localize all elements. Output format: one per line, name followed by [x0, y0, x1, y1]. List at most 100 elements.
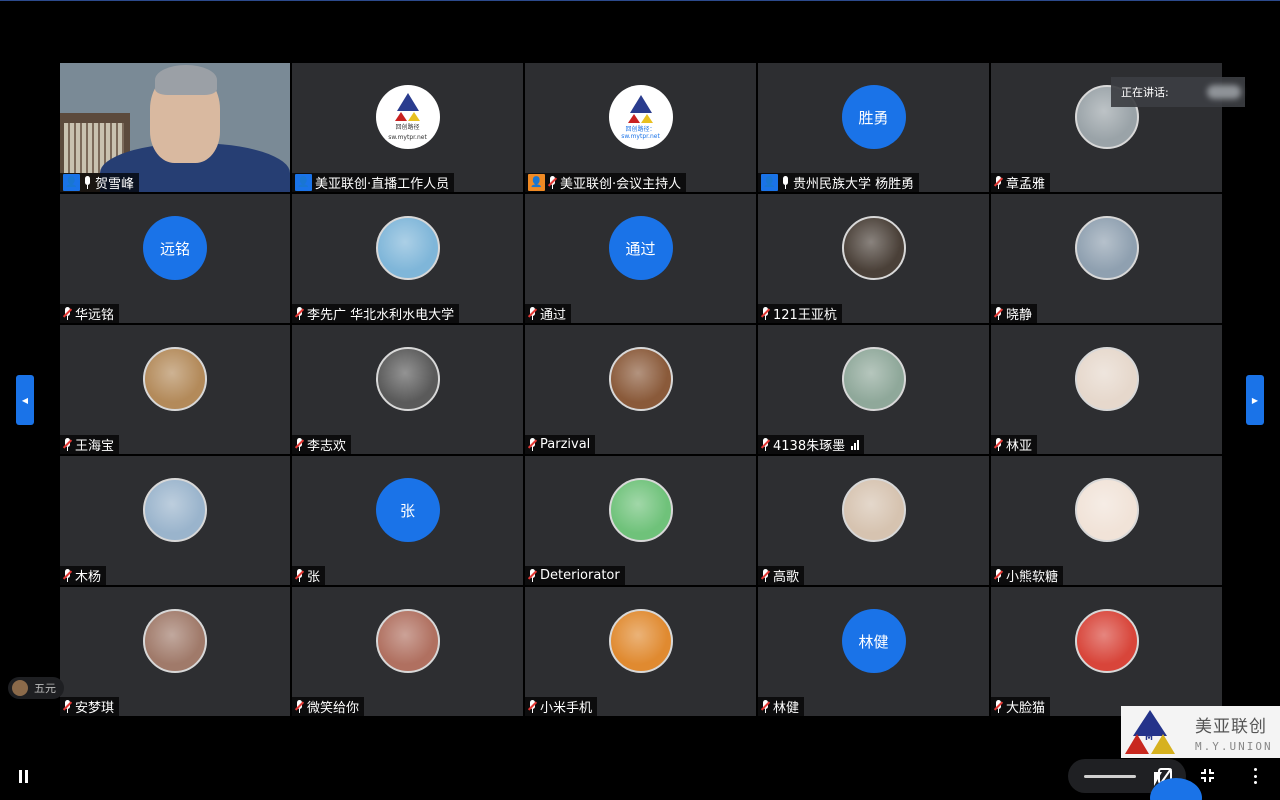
participant-tile[interactable]: 晓静: [991, 194, 1222, 323]
participant-tile[interactable]: 张张: [292, 456, 523, 585]
mic-icon: [781, 176, 790, 189]
participant-tile[interactable]: 回创路径：sw.mytpr.net 👤 美亚联创·会议主持人: [525, 63, 756, 192]
participant-tile[interactable]: 大脸猫: [991, 587, 1222, 716]
avatar-photo: [1074, 478, 1139, 542]
participant-tile[interactable]: 远铭 华远铭: [60, 194, 290, 323]
participant-name: Deteriorator: [540, 568, 620, 583]
mic-muted-icon: [760, 700, 771, 713]
participant-name: 4138朱琢墨: [773, 439, 846, 454]
mic-muted-icon: [760, 307, 771, 320]
participant-tile[interactable]: 回创路径 sw.mytpr.net 👤 美亚联创·直播工作人员: [292, 63, 523, 192]
active-speaker-indicator: 正在讲话:: [1111, 77, 1245, 107]
participant-tile[interactable]: 王海宝: [60, 325, 290, 454]
participant-tile[interactable]: 4138朱琢墨: [758, 325, 989, 454]
logo-url: 回创路径：sw.mytpr.net: [621, 125, 660, 140]
active-speaker-label: 正在讲话:: [1121, 86, 1169, 99]
participant-tile[interactable]: 胜勇 👤 贵州民族大学 杨胜勇: [758, 63, 989, 192]
more-options-icon[interactable]: [1254, 768, 1258, 784]
prev-page-button[interactable]: ◀: [16, 375, 34, 425]
mic-muted-icon: [993, 176, 1004, 189]
mic-muted-icon: [760, 569, 771, 582]
participant-tile[interactable]: 微笑给你: [292, 587, 523, 716]
participant-name: Parzival: [540, 437, 591, 452]
participant-tile[interactable]: 通过 通过: [525, 194, 756, 323]
mic-muted-icon: [760, 438, 771, 451]
avatar-photo: [375, 347, 440, 411]
avatar-photo: [841, 216, 906, 280]
avatar-photo: [841, 478, 906, 542]
cohost-person-icon: 👤: [528, 174, 545, 191]
pause-button[interactable]: [18, 770, 29, 783]
signal-strength-icon: [851, 439, 860, 450]
participant-tile[interactable]: 李志欢: [292, 325, 523, 454]
logo-caption: 回创路径: [395, 124, 420, 131]
participant-name-label: 李先广 华北水利水电大学: [292, 304, 460, 323]
playback-controls: [0, 755, 1280, 800]
participant-name: 林健: [773, 701, 800, 716]
host-person-icon: 👤: [63, 174, 80, 191]
participant-name-label: 王海宝: [60, 435, 120, 454]
participant-tile[interactable]: 林健 林健: [758, 587, 989, 716]
logo-mark-icon: [629, 94, 652, 113]
participant-name: 小米手机: [540, 701, 593, 716]
avatar-initials: 林健: [841, 609, 906, 673]
host-person-icon: 👤: [761, 174, 778, 191]
participant-name-label: 林健: [758, 697, 805, 716]
participant-name-label: Parzival: [525, 435, 596, 454]
participant-name: 美亚联创·会议主持人: [560, 177, 682, 192]
participant-name-label: 华远铭: [60, 304, 120, 323]
mic-muted-icon: [527, 438, 538, 451]
participant-name-label: 4138朱琢墨: [758, 435, 865, 454]
mic-muted-icon: [294, 307, 305, 320]
exit-fullscreen-icon[interactable]: [1201, 769, 1214, 782]
mic-muted-icon: [547, 176, 558, 189]
participant-tile[interactable]: 121王亚杭: [758, 194, 989, 323]
mic-muted-icon: [993, 438, 1004, 451]
avatar-photo: [143, 478, 207, 542]
avatar-photo: [1074, 347, 1139, 411]
participant-name: 大脸猫: [1006, 701, 1046, 716]
participant-name-label: 121王亚杭: [758, 304, 842, 323]
paw-icon: [12, 680, 28, 696]
mic-muted-icon: [62, 307, 73, 320]
chevron-right-icon: ▶: [1251, 395, 1259, 405]
participant-name: 高歌: [773, 570, 800, 585]
avatar-photo: [1074, 609, 1139, 673]
participant-tile[interactable]: 林亚: [991, 325, 1222, 454]
participant-tile[interactable]: 👤 贺雪峰: [60, 63, 290, 192]
participant-name: 华远铭: [75, 308, 115, 323]
participant-name-label: 👤 美亚联创·会议主持人: [525, 173, 687, 192]
active-speaker-name-blurred: [1206, 85, 1241, 99]
participant-name-label: 小米手机: [525, 697, 598, 716]
participant-tile[interactable]: 小米手机: [525, 587, 756, 716]
participant-tile[interactable]: 木杨: [60, 456, 290, 585]
mic-icon: [83, 176, 92, 189]
window-top-border: [0, 0, 1280, 1]
participant-name: 美亚联创·直播工作人员: [315, 177, 450, 192]
participant-tile[interactable]: Parzival: [525, 325, 756, 454]
participant-name: 通过: [540, 308, 567, 323]
reaction-sender: 五元: [34, 682, 56, 695]
brand-name-cn: 美亚联创: [1195, 716, 1267, 737]
avatar-photo: [1074, 216, 1139, 280]
brand-logo-icon: M: [1125, 710, 1183, 754]
chevron-left-icon: ◀: [21, 395, 29, 405]
participant-name: 林亚: [1006, 439, 1033, 454]
participant-tile[interactable]: 安梦琪: [60, 587, 290, 716]
participant-tile[interactable]: Deteriorator: [525, 456, 756, 585]
participant-name-label: 微笑给你: [292, 697, 365, 716]
participant-tile[interactable]: 小熊软糖: [991, 456, 1222, 585]
participant-tile[interactable]: 李先广 华北水利水电大学: [292, 194, 523, 323]
avatar-initials: 胜勇: [841, 85, 906, 149]
next-page-button[interactable]: ▶: [1246, 375, 1264, 425]
participant-name-label: 李志欢: [292, 435, 352, 454]
participant-name: 贵州民族大学 杨胜勇: [793, 177, 915, 192]
participant-name-label: 高歌: [758, 566, 805, 585]
participant-name-label: 章孟雅: [991, 173, 1051, 192]
participant-name-label: 小熊软糖: [991, 566, 1064, 585]
video-person-hair: [155, 65, 217, 95]
volume-slider[interactable]: [1084, 774, 1136, 778]
avatar-initials: 通过: [608, 216, 673, 280]
participant-tile[interactable]: 高歌: [758, 456, 989, 585]
participant-name-label: 👤 美亚联创·直播工作人员: [292, 173, 455, 192]
